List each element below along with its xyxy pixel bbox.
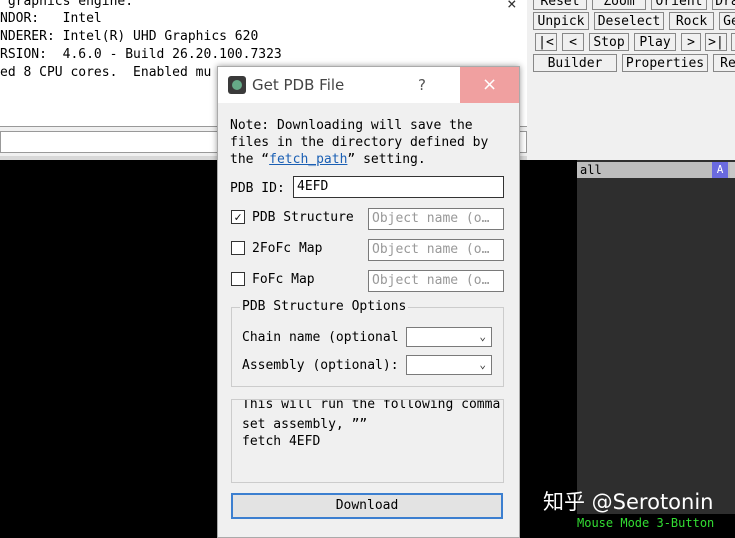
- note-line-2: files in the directory defined by: [230, 135, 489, 150]
- play-button[interactable]: Play: [634, 33, 676, 51]
- 2fofc-map-label: 2FoFc Map: [252, 241, 323, 256]
- note-text: the “: [230, 152, 270, 167]
- placeholder: Object name (o…: [372, 242, 490, 257]
- console-line: ed 8 CPU cores. Enabled mu: [0, 65, 212, 80]
- object-name[interactable]: all: [580, 162, 602, 178]
- command-preview-box: This will run the following comma set as…: [231, 399, 504, 483]
- stop-button[interactable]: Stop: [589, 33, 629, 51]
- dialog-title: Get PDB File: [252, 76, 345, 94]
- options-group-title: PDB Structure Options: [240, 298, 409, 315]
- console-line: NDERER: Intel(R) UHD Graphics 620: [0, 29, 259, 44]
- placeholder: Object name (o…: [372, 211, 490, 226]
- note-text: ” setting.: [347, 152, 426, 167]
- unpick-button[interactable]: Unpick: [533, 12, 589, 30]
- fofc-map-label: FoFc Map: [252, 272, 315, 287]
- 2fofc-map-object-name-input[interactable]: Object name (o…: [368, 239, 504, 261]
- pdb-structure-label: PDB Structure: [252, 210, 354, 225]
- fetch-path-link[interactable]: fetch_path: [269, 152, 347, 167]
- chain-name-label: Chain name (optional: [242, 330, 399, 345]
- note-line-1: Note: Downloading will save the: [230, 118, 473, 133]
- object-panel: all A Mouse Mode 3-Button: [577, 160, 735, 532]
- watermark: 知乎 @Serotonin: [543, 490, 714, 514]
- chain-name-select[interactable]: ⌄: [406, 327, 492, 347]
- assembly-select[interactable]: ⌄: [406, 355, 492, 375]
- action-button[interactable]: A: [712, 162, 728, 178]
- chevron-down-icon: ⌄: [479, 358, 486, 371]
- last-frame-button[interactable]: >|: [705, 33, 727, 51]
- pdb-structure-options-group: [231, 307, 504, 387]
- pdb-structure-checkbox[interactable]: ✓: [231, 210, 245, 224]
- orient-button[interactable]: Orient: [651, 0, 707, 10]
- fofc-map-checkbox[interactable]: [231, 272, 245, 286]
- movie-button[interactable]: M: [731, 33, 735, 51]
- get-pdb-file-dialog: Get PDB File ? × Note: Downloading will …: [217, 66, 520, 538]
- pymol-app-icon: [228, 76, 246, 94]
- dialog-titlebar[interactable]: Get PDB File ? ×: [218, 67, 519, 103]
- prev-frame-button[interactable]: <: [562, 33, 584, 51]
- draw-button[interactable]: Dra: [712, 0, 735, 10]
- pdb-structure-object-name-input[interactable]: Object name (o…: [368, 208, 504, 230]
- mouse-mode-indicator[interactable]: Mouse Mode 3-Button: [577, 514, 735, 532]
- assembly-label: Assembly (optional):: [242, 358, 399, 373]
- pdb-id-input[interactable]: 4EFD: [293, 176, 504, 198]
- note-line-3: the “fetch_path” setting.: [230, 151, 426, 168]
- chevron-down-icon: ⌄: [479, 330, 486, 343]
- console-close-icon[interactable]: ×: [507, 0, 517, 13]
- reset-button[interactable]: Reset: [533, 0, 587, 10]
- 2fofc-map-checkbox[interactable]: [231, 241, 245, 255]
- download-button[interactable]: Download: [231, 493, 503, 519]
- preview-line-3: fetch 4EFD: [242, 434, 321, 449]
- object-row-all[interactable]: all A: [577, 162, 732, 178]
- rock-button[interactable]: Rock: [669, 12, 714, 30]
- preview-line-1: This will run the following comma: [242, 399, 501, 412]
- next-frame-button[interactable]: >: [681, 33, 701, 51]
- zoom-button[interactable]: Zoom: [592, 0, 646, 10]
- console-line: NDOR: Intel: [0, 11, 102, 26]
- builder-button[interactable]: Builder: [533, 54, 617, 72]
- properties-button[interactable]: Properties: [622, 54, 708, 72]
- help-button[interactable]: ?: [418, 76, 426, 94]
- close-button[interactable]: ×: [460, 67, 519, 103]
- deselect-button[interactable]: Deselect: [594, 12, 664, 30]
- placeholder: Object name (o…: [372, 273, 490, 288]
- first-frame-button[interactable]: |<: [535, 33, 557, 51]
- rebuild-button[interactable]: Re: [713, 54, 735, 72]
- console-line: RSION: 4.6.0 - Build 26.20.100.7323: [0, 47, 282, 62]
- object-row-extra: [730, 162, 735, 178]
- fofc-map-object-name-input[interactable]: Object name (o…: [368, 270, 504, 292]
- pdb-id-label: PDB ID:: [230, 181, 285, 196]
- get-view-button[interactable]: Ge: [719, 12, 735, 30]
- button-panel: Reset Zoom Orient Dra Unpick Deselect Ro…: [527, 0, 735, 160]
- preview-line-2: set assembly, ””: [242, 417, 368, 432]
